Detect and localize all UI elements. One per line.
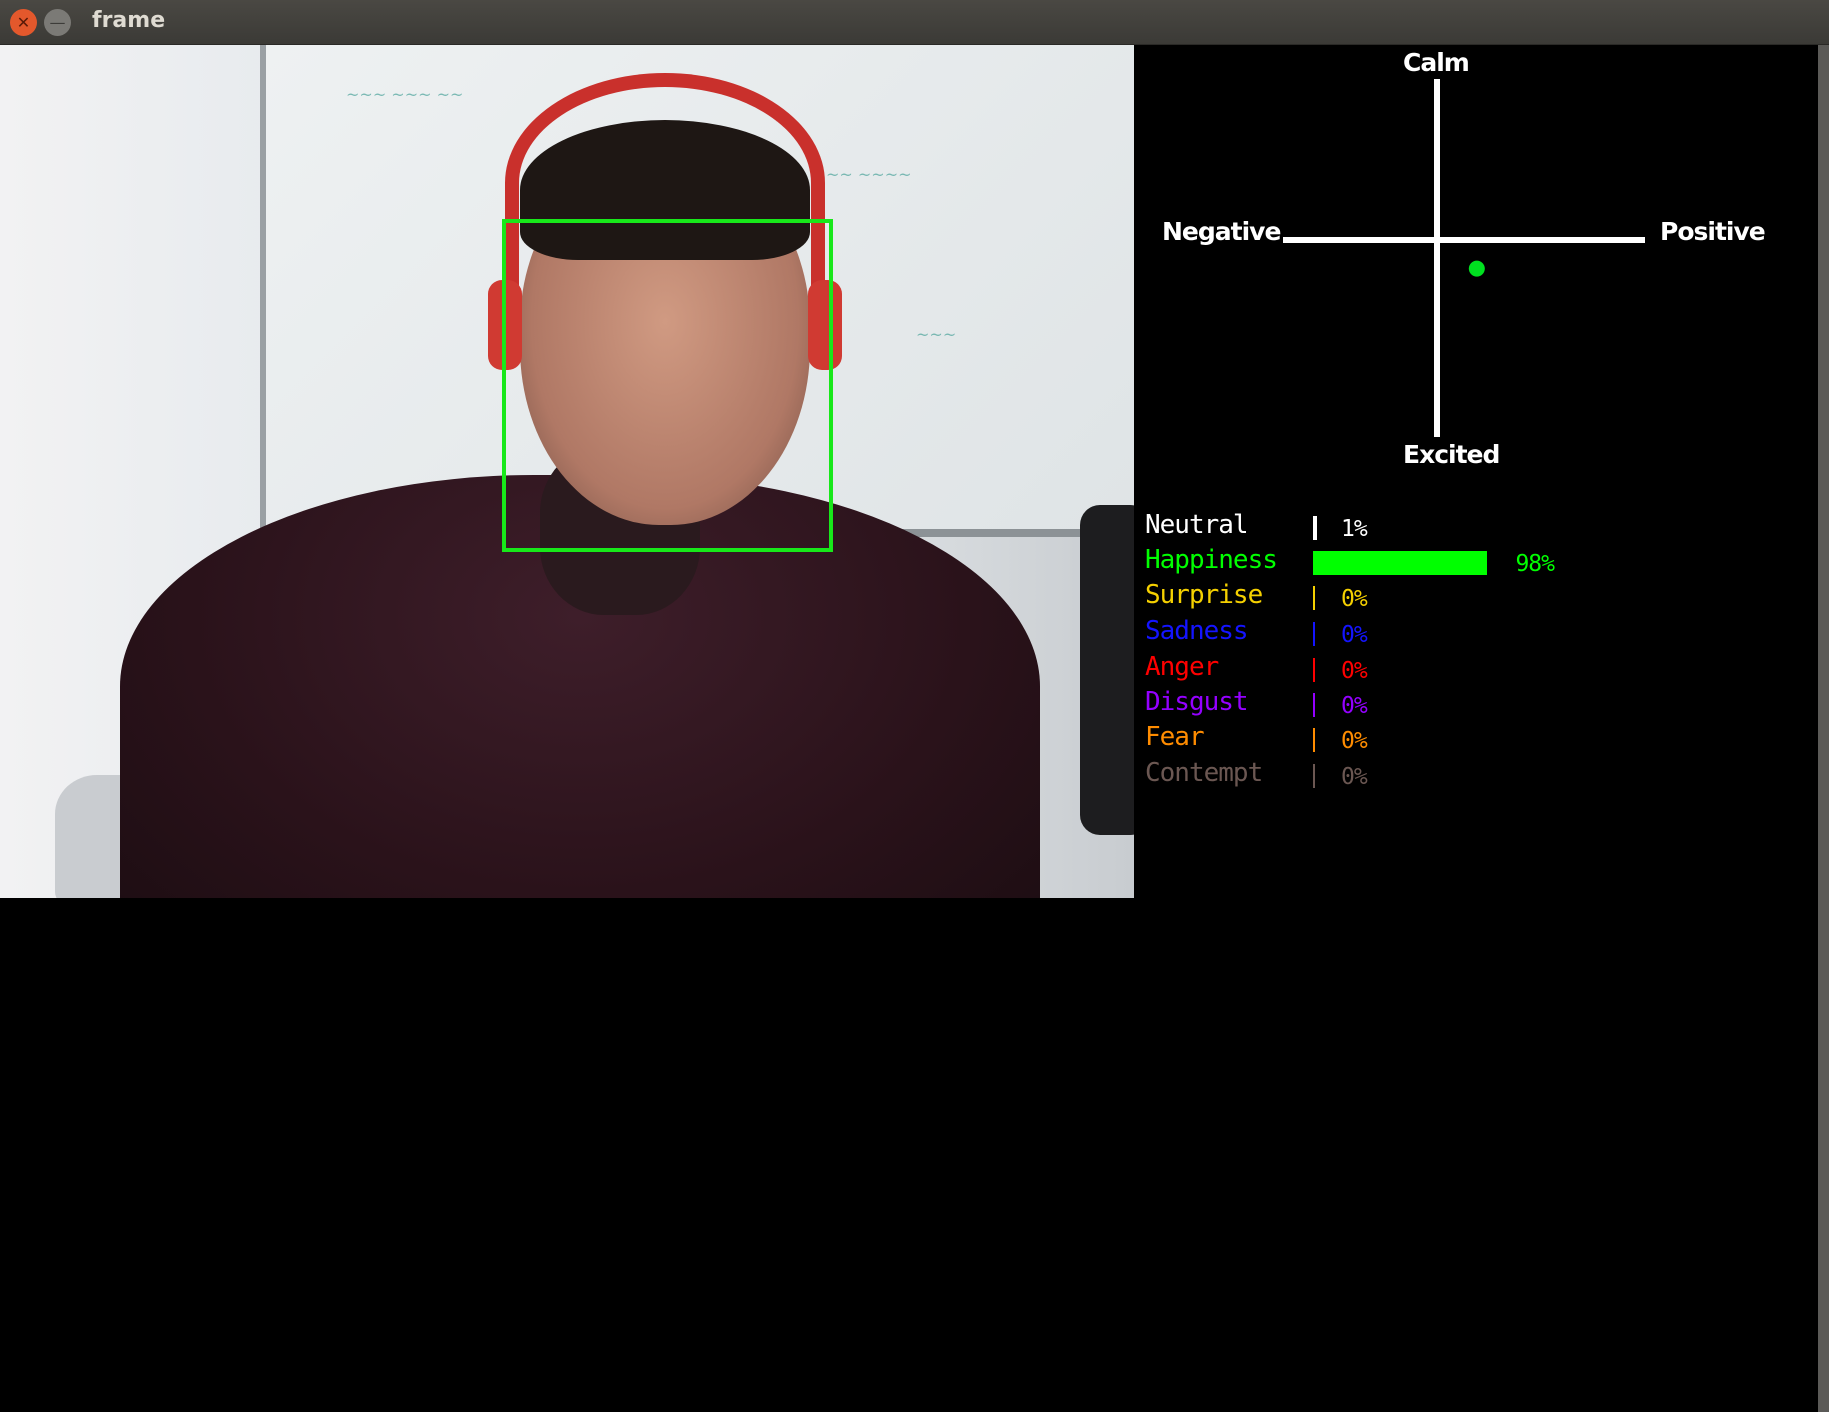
emotion-bar [1313, 586, 1315, 610]
emotion-bar [1313, 658, 1315, 682]
axis-label-top: Calm [1403, 48, 1470, 77]
emotion-row-disgust: Disgust 0% [1145, 687, 1645, 721]
emotion-label: Happiness [1145, 545, 1278, 575]
circumplex-chart [1283, 79, 1645, 437]
emotion-bar [1313, 728, 1315, 752]
minimize-icon[interactable]: — [44, 9, 71, 36]
emotion-bar [1313, 764, 1315, 788]
emotion-percent: 0% [1341, 693, 1368, 719]
emotion-percent: 0% [1341, 728, 1368, 754]
emotion-row-neutral: Neutral 1% [1145, 510, 1645, 544]
face-detection-box [502, 219, 833, 552]
axis-label-right: Positive [1660, 217, 1766, 246]
chair [1080, 505, 1134, 835]
emotion-row-sadness: Sadness 0% [1145, 616, 1645, 650]
window-title: frame [92, 8, 166, 33]
window-edge [1818, 45, 1829, 1412]
window-titlebar: ✕ — frame [0, 0, 1829, 45]
emotion-row-anger: Anger 0% [1145, 652, 1645, 686]
emotion-row-contempt: Contempt 0% [1145, 758, 1645, 792]
close-icon[interactable]: ✕ [10, 9, 37, 36]
emotion-bar [1313, 551, 1488, 575]
emotion-row-fear: Fear 0% [1145, 722, 1645, 756]
emotion-bar [1313, 516, 1317, 540]
emotion-label: Disgust [1145, 687, 1249, 717]
emotion-percent: 0% [1341, 622, 1368, 648]
emotion-label: Contempt [1145, 758, 1263, 788]
emotion-bar [1313, 693, 1315, 717]
emotion-bar [1313, 622, 1315, 646]
emotion-label: Anger [1145, 652, 1219, 682]
emotion-percent: 0% [1341, 764, 1368, 790]
emotion-label: Sadness [1145, 616, 1249, 646]
emotion-percent: 0% [1341, 658, 1368, 684]
emotion-label: Surprise [1145, 580, 1263, 610]
emotion-percent: 1% [1341, 516, 1368, 542]
emotion-label: Fear [1145, 722, 1205, 752]
emotion-row-surprise: Surprise 0% [1145, 580, 1645, 614]
axis-label-left: Negative [1162, 217, 1281, 246]
axis-label-bottom: Excited [1403, 440, 1500, 469]
emotion-label: Neutral [1145, 510, 1249, 540]
emotion-row-happiness: Happiness 98% [1145, 545, 1645, 579]
emotion-percent: 0% [1341, 586, 1368, 612]
emotion-point [1468, 260, 1485, 277]
emotion-percent: 98% [1515, 551, 1555, 577]
